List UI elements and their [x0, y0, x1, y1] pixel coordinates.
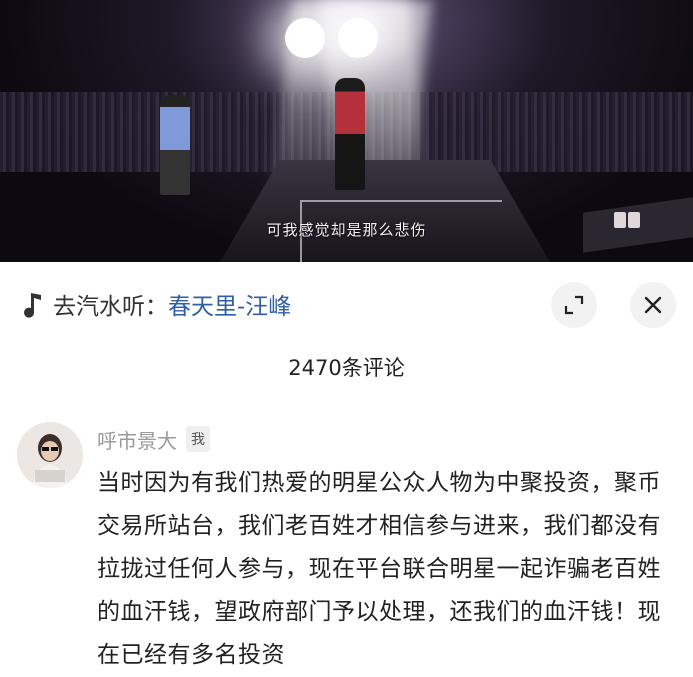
avatar[interactable] [17, 422, 83, 488]
guitarist-figure [160, 95, 190, 195]
author-name[interactable]: 呼市景大 [97, 425, 177, 454]
expand-button[interactable] [551, 282, 597, 328]
close-button[interactable] [630, 282, 676, 328]
stage-light [338, 18, 378, 58]
music-song-title[interactable]: 春天里-汪峰 [168, 287, 291, 321]
avatar-image [17, 422, 83, 488]
comment-sheet: 去汽水听： 春天里-汪峰 2470条评论 呼市景大 我 当时因为有我们热爱的明星… [0, 262, 693, 668]
comment-count: 2470条评论 [288, 356, 405, 380]
author-row: 呼市景大 我 [97, 425, 210, 453]
close-icon [644, 296, 662, 314]
music-note-icon [24, 293, 41, 318]
video-player[interactable]: 可我感觉却是那么悲伤 [0, 0, 693, 262]
video-subtitle: 可我感觉却是那么悲伤 [266, 221, 427, 239]
stage-light [285, 18, 325, 58]
music-link[interactable]: 去汽水听： 春天里-汪峰 [22, 287, 291, 321]
me-badge: 我 [186, 426, 210, 452]
comment-text: 当时因为有我们热爱的明星公众人物为中聚投资，聚币交易所站台，我们老百姓才相信参与… [97, 470, 661, 668]
singer-figure [335, 78, 365, 190]
expand-icon [564, 295, 584, 315]
music-prefix: 去汽水听： [53, 294, 168, 320]
